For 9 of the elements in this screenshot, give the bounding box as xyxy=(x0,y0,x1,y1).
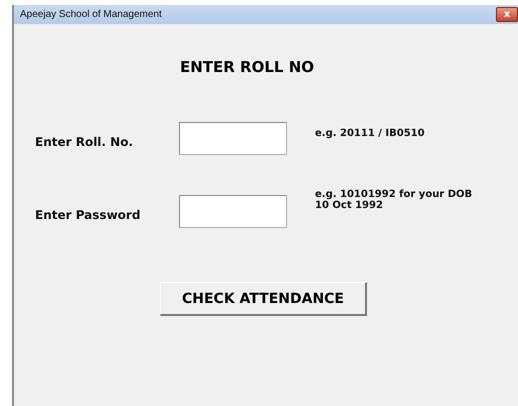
window-title: Apeejay School of Management xyxy=(20,9,162,20)
input-field[interactable] xyxy=(179,122,287,155)
field-label: Enter Password xyxy=(35,208,142,222)
input-field[interactable] xyxy=(179,195,287,228)
form-heading: ENTER ROLL NO xyxy=(180,58,315,76)
hint-text: e.g. 10101992 for your DOB 10 Oct 1992 xyxy=(315,189,474,211)
field-label: Enter Roll. No. xyxy=(35,134,134,148)
check-attendance-button[interactable]: CHECK ATTENDANCE xyxy=(160,282,367,316)
hint-text: e.g. 20111 / IB0510 xyxy=(315,128,426,139)
